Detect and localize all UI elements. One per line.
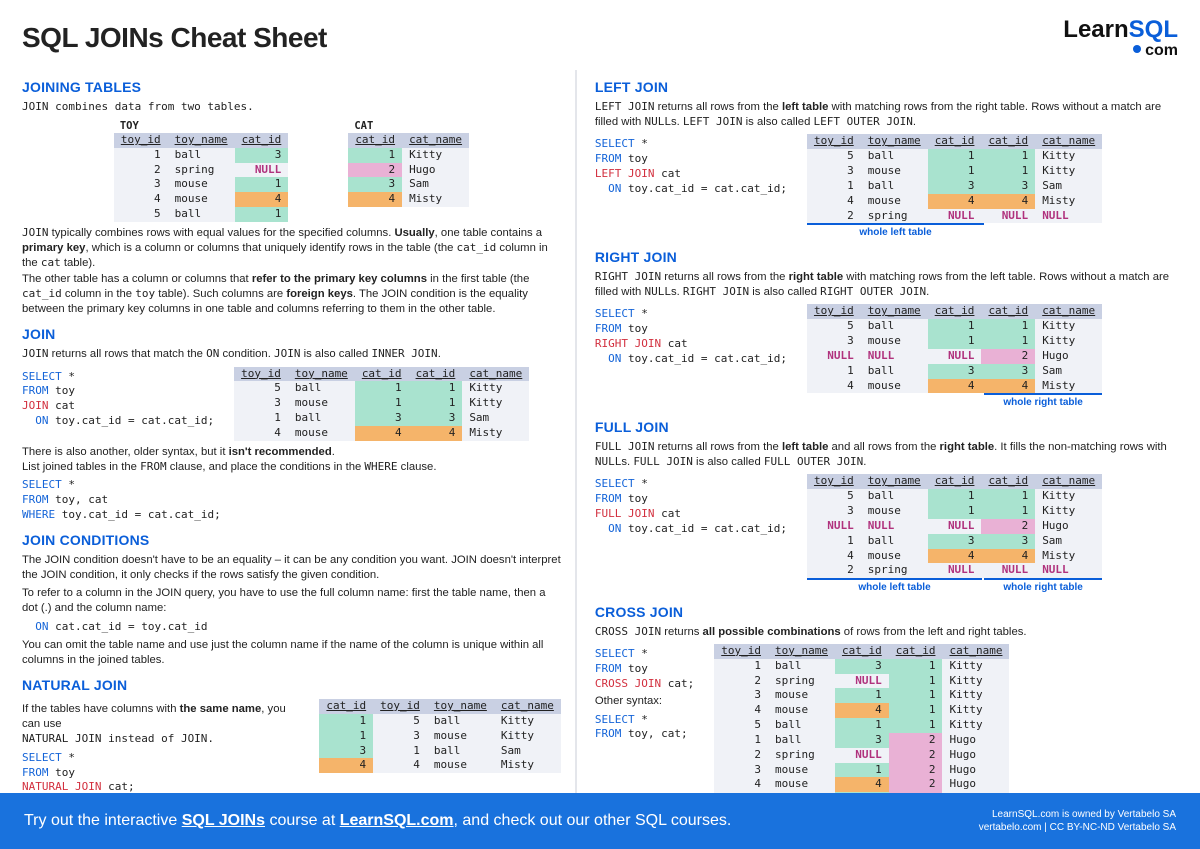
header: SQL JOINs Cheat Sheet LearnSQL com — [0, 0, 1200, 70]
sql-code: ON cat.cat_id = toy.cat_id — [22, 620, 561, 635]
logo-com: com — [1063, 40, 1178, 62]
join-result: toy_idtoy_namecat_idcat_idcat_name5ball1… — [234, 367, 529, 441]
sql-code: SELECT * FROM toy FULL JOIN cat ON toy.c… — [595, 477, 787, 536]
sql-code: SELECT * FROM toy CROSS JOIN cat; — [595, 647, 694, 692]
logo-learn: Learn — [1063, 16, 1128, 43]
text: JOIN returns all rows that match the ON … — [22, 347, 561, 362]
sql-code: SELECT * FROM toy JOIN cat ON toy.cat_id… — [22, 370, 214, 429]
h-cross-join: CROSS JOIN — [595, 603, 1178, 622]
cat-table: CAT cat_idcat_name1Kitty2Hugo3Sam4Misty — [348, 119, 469, 207]
text: CROSS JOIN returns all possible combinat… — [595, 625, 1178, 640]
natural-result: cat_idtoy_idtoy_namecat_name15ballKitty1… — [319, 699, 560, 773]
left-block: SELECT * FROM toy LEFT JOIN cat ON toy.c… — [595, 134, 1178, 240]
natural-left: If the tables have columns with the same… — [22, 699, 299, 798]
sql-code: SELECT * FROM toy, cat; — [595, 713, 694, 743]
text: You can omit the table name and use just… — [22, 638, 561, 669]
text: The JOIN condition doesn't have to be an… — [22, 553, 561, 584]
text: JOIN combines data from two tables. — [22, 100, 561, 115]
footer-legal: LearnSQL.com is owned by Vertabelo SA ve… — [979, 808, 1176, 834]
content: JOINING TABLES JOIN combines data from t… — [0, 70, 1200, 841]
h-join: JOIN — [22, 325, 561, 344]
sql-code: SELECT * FROM toy NATURAL JOIN cat; — [22, 751, 299, 796]
full-result: toy_idtoy_namecat_idcat_idcat_name5ball1… — [807, 474, 1102, 578]
h-joining-tables: JOINING TABLES — [22, 78, 561, 97]
text: Other syntax: — [595, 694, 694, 709]
right-result: toy_idtoy_namecat_idcat_idcat_name5ball1… — [807, 304, 1102, 393]
intro-tables: TOY toy_idtoy_namecat_id1ball32springNUL… — [22, 119, 561, 222]
h-left-join: LEFT JOIN — [595, 78, 1178, 97]
logo: LearnSQL com — [1063, 14, 1178, 62]
dot-icon — [1133, 45, 1141, 53]
sql-code: SELECT * FROM toy RIGHT JOIN cat ON toy.… — [595, 307, 787, 366]
right-result-wrap: toy_idtoy_namecat_idcat_idcat_name5ball1… — [807, 304, 1102, 410]
join-block: SELECT * FROM toy JOIN cat ON toy.cat_id… — [22, 367, 561, 441]
text: FULL JOIN returns all rows from the left… — [595, 440, 1178, 471]
footer-msg: Try out the interactive SQL JOINs course… — [24, 810, 731, 832]
logo-sql: SQL — [1129, 16, 1178, 43]
right-block: SELECT * FROM toy RIGHT JOIN cat ON toy.… — [595, 304, 1178, 410]
natural-block: If the tables have columns with the same… — [22, 699, 561, 798]
text: LEFT JOIN returns all rows from the left… — [595, 100, 1178, 131]
sql-code: SELECT * FROM toy, cat WHERE toy.cat_id … — [22, 478, 561, 523]
h-full-join: FULL JOIN — [595, 418, 1178, 437]
footer: Try out the interactive SQL JOINs course… — [0, 793, 1200, 849]
left-result-wrap: toy_idtoy_namecat_idcat_idcat_name5ball1… — [807, 134, 1102, 240]
h-right-join: RIGHT JOIN — [595, 248, 1178, 267]
h-natural-join: NATURAL JOIN — [22, 676, 561, 695]
toy-table: TOY toy_idtoy_namecat_id1ball32springNUL… — [114, 119, 288, 222]
full-result-wrap: toy_idtoy_namecat_idcat_idcat_name5ball1… — [807, 474, 1102, 594]
text: JOIN typically combines rows with equal … — [22, 226, 561, 318]
right-column: LEFT JOIN LEFT JOIN returns all rows fro… — [577, 70, 1178, 841]
text: There is also another, older syntax, but… — [22, 445, 561, 476]
h-join-conditions: JOIN CONDITIONS — [22, 531, 561, 550]
link-sql-joins[interactable]: SQL JOINs — [182, 812, 265, 829]
text: To refer to a column in the JOIN query, … — [22, 586, 561, 617]
text: If the tables have columns with the same… — [22, 702, 299, 748]
sql-code: SELECT * FROM toy LEFT JOIN cat ON toy.c… — [595, 137, 787, 196]
left-result: toy_idtoy_namecat_idcat_idcat_name5ball1… — [807, 134, 1102, 223]
full-block: SELECT * FROM toy FULL JOIN cat ON toy.c… — [595, 474, 1178, 594]
page-title: SQL JOINs Cheat Sheet — [22, 19, 327, 57]
link-learnsql[interactable]: LearnSQL.com — [340, 812, 454, 829]
text: RIGHT JOIN returns all rows from the rig… — [595, 270, 1178, 301]
cross-code-col: SELECT * FROM toy CROSS JOIN cat; Other … — [595, 644, 694, 745]
left-column: JOINING TABLES JOIN combines data from t… — [22, 70, 577, 841]
